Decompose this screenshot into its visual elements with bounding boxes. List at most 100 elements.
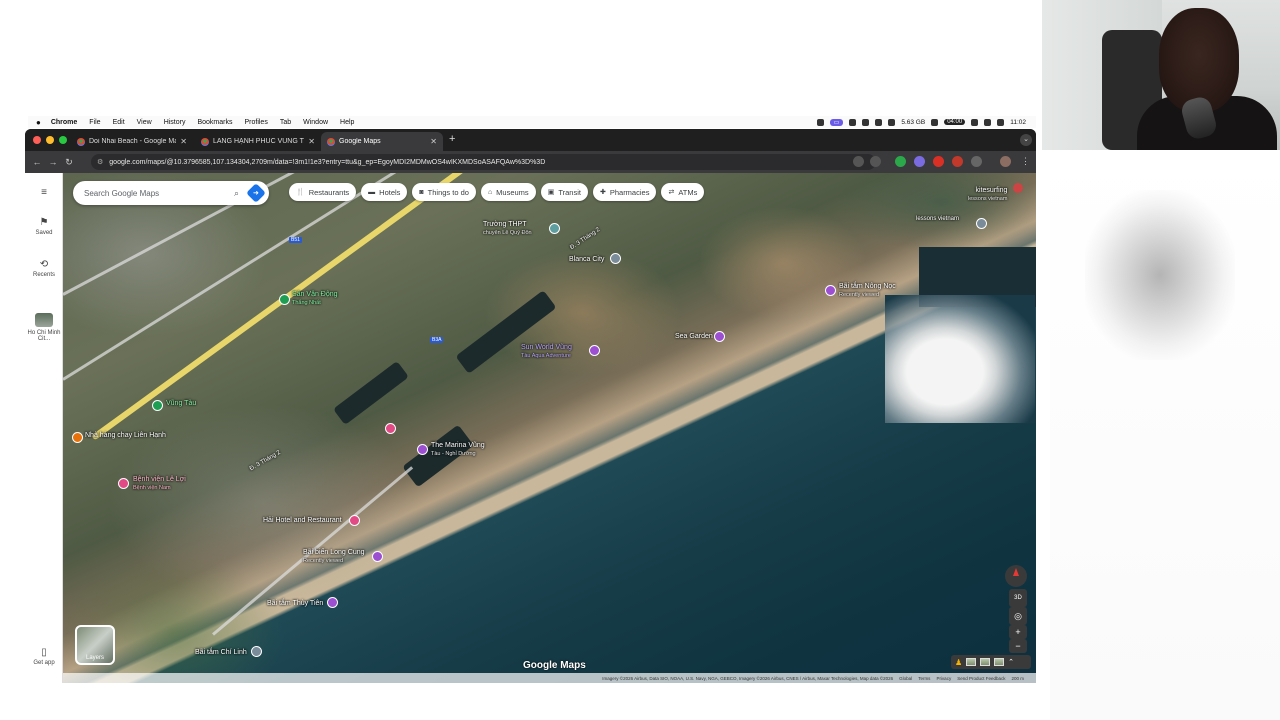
privacy-link[interactable]: Privacy: [936, 676, 951, 681]
hotel-pin-icon[interactable]: [349, 515, 360, 526]
chrome-menu-icon[interactable]: ⋮: [1021, 156, 1030, 167]
layers-button[interactable]: Layers: [75, 625, 115, 665]
feedback-link[interactable]: Send Product Feedback: [957, 676, 1005, 681]
url-text[interactable]: google.com/maps/@10.3796585,107.134304,2…: [109, 159, 545, 166]
storage-indicator[interactable]: 5.63 GB: [901, 119, 925, 126]
menubar-clock[interactable]: 11:02: [1010, 119, 1026, 126]
profile-avatar[interactable]: [1000, 156, 1011, 167]
imagery-thumbnail[interactable]: [966, 658, 977, 666]
chip-restaurants[interactable]: 🍴 Restaurants: [289, 183, 357, 201]
extension-icon-3[interactable]: [933, 156, 944, 167]
zoom-in-button[interactable]: +: [1009, 625, 1027, 639]
close-tab-icon[interactable]: ✕: [180, 137, 187, 146]
tray-icon-4[interactable]: [931, 118, 939, 126]
beach-pin-icon[interactable]: [251, 646, 262, 657]
extensions-puzzle-icon[interactable]: [971, 156, 982, 167]
new-tab-button[interactable]: +: [449, 133, 455, 145]
menu-bookmarks[interactable]: Bookmarks: [197, 119, 232, 126]
place-pin-icon[interactable]: [976, 218, 987, 229]
address-bar[interactable]: ⚙ google.com/maps/@10.3796585,107.134304…: [91, 154, 876, 170]
tray-icon-2[interactable]: [875, 118, 883, 126]
place-label[interactable]: The Marina Vũng Tàu - Nghỉ Dưỡng: [431, 442, 485, 458]
place-label[interactable]: Bãi tắm Nông Nọc Recently viewed: [839, 283, 896, 299]
beach-pin-icon[interactable]: [372, 551, 383, 562]
global-link[interactable]: Global: [899, 676, 912, 681]
control-center-icon[interactable]: [997, 118, 1005, 126]
beach-pin-icon[interactable]: [327, 597, 338, 608]
search-icon[interactable]: [984, 118, 992, 126]
search-box[interactable]: Search Google Maps ⌕ ➜: [73, 181, 269, 205]
menu-tab[interactable]: Tab: [280, 119, 291, 126]
site-info-icon[interactable]: ⚙: [97, 158, 103, 166]
chip-pharmacies[interactable]: ✚ Pharmacies: [592, 183, 657, 201]
extension-icon-4[interactable]: [952, 156, 963, 167]
tilt-3d-button[interactable]: 3D: [1009, 589, 1027, 607]
bookmark-star-icon[interactable]: [870, 156, 881, 167]
bluetooth-icon[interactable]: [849, 118, 857, 126]
place-label[interactable]: Blanca City: [569, 256, 604, 264]
pegman-icon[interactable]: ♟: [955, 658, 962, 667]
reload-button[interactable]: ↻: [61, 157, 77, 168]
place-label[interactable]: Bãi biển Long Cung Recently viewed: [303, 549, 365, 565]
saved-button[interactable]: ⚑ Saved: [25, 217, 63, 236]
tab-google-maps[interactable]: Google Maps ✕: [321, 132, 443, 151]
theme-park-pin-icon[interactable]: [589, 345, 600, 356]
chip-museums[interactable]: ⌂ Museums: [480, 183, 536, 201]
satellite-map[interactable]: Search Google Maps ⌕ ➜ 🍴 Restaurants ▬ Hot…: [63, 173, 1036, 683]
close-tab-icon[interactable]: ✕: [430, 137, 437, 146]
scale-bar[interactable]: 200 m: [1011, 676, 1024, 681]
building-pin-icon[interactable]: [610, 253, 621, 264]
place-label[interactable]: Vũng Tàu: [166, 400, 196, 408]
street-view-bar[interactable]: ♟ ⌃: [951, 655, 1031, 669]
zoom-window-button[interactable]: [59, 136, 67, 144]
search-icon[interactable]: ⌕: [234, 188, 239, 199]
recents-button[interactable]: ⟲ Recents: [25, 259, 63, 278]
extension-icon-1[interactable]: [895, 156, 906, 167]
avatar-pin[interactable]: [1013, 183, 1023, 193]
hospital-pin-icon[interactable]: [118, 478, 129, 489]
menu-file[interactable]: File: [89, 119, 100, 126]
menu-history[interactable]: History: [164, 119, 186, 126]
place-label[interactable]: Bệnh viện Lê Lợi Bệnh viện Nam: [133, 476, 186, 492]
place-label[interactable]: Sea Garden: [675, 333, 713, 341]
place-pin-icon[interactable]: [714, 331, 725, 342]
back-button[interactable]: ←: [29, 157, 45, 167]
menu-profiles[interactable]: Profiles: [244, 119, 267, 126]
hotel-pin-icon[interactable]: [385, 423, 396, 434]
place-pin-icon[interactable]: [417, 444, 428, 455]
place-label[interactable]: lessons vietnam: [916, 215, 959, 223]
wifi-icon[interactable]: [862, 118, 870, 126]
menu-edit[interactable]: Edit: [113, 119, 125, 126]
timer-badge[interactable]: 04:00: [944, 119, 966, 125]
forward-button[interactable]: →: [45, 157, 61, 167]
school-pin-icon[interactable]: [549, 223, 560, 234]
place-label[interactable]: Hải Hotel and Restaurant: [263, 517, 342, 525]
close-window-button[interactable]: [33, 136, 41, 144]
tray-icon[interactable]: [816, 118, 824, 126]
imagery-thumbnail[interactable]: [994, 658, 1005, 666]
place-label[interactable]: Trường THPT chuyên Lê Quý Đôn: [483, 221, 532, 237]
place-label[interactable]: Sun World Vũng Tàu Aqua Adventure: [521, 344, 572, 360]
place-label[interactable]: Bãi tắm Chí Linh: [195, 649, 247, 657]
search-input[interactable]: Search Google Maps: [84, 189, 234, 198]
compass-icon[interactable]: [1005, 565, 1027, 587]
menu-hamburger-icon[interactable]: ≡: [25, 187, 63, 200]
restaurant-pin-icon[interactable]: [72, 432, 83, 443]
my-location-icon[interactable]: ◎: [1009, 607, 1027, 625]
chip-transit[interactable]: ▣ Transit: [540, 183, 588, 201]
tab-doi-nhai-beach[interactable]: Doi Nhai Beach - Google Maps ✕: [71, 132, 193, 151]
chip-things-to-do[interactable]: ◙ Things to do: [412, 183, 476, 201]
menu-help[interactable]: Help: [340, 119, 354, 126]
place-label[interactable]: Nhà hàng chay Liên Hạnh: [85, 432, 166, 440]
install-app-icon[interactable]: [853, 156, 864, 167]
place-label[interactable]: kitesurfing lessons vietnam: [968, 187, 1007, 203]
terms-link[interactable]: Terms: [918, 676, 930, 681]
place-label[interactable]: Sân Vận Động Thắng Nhất: [292, 291, 338, 307]
recent-place-button[interactable]: Ho Chi Minh Cit...: [25, 313, 63, 342]
chip-hotels[interactable]: ▬ Hotels: [361, 183, 408, 201]
tab-search-dropdown-icon[interactable]: ⌄: [1020, 134, 1032, 146]
close-tab-icon[interactable]: ✕: [308, 137, 315, 146]
apple-icon[interactable]: ●: [36, 118, 41, 127]
zoom-out-button[interactable]: −: [1009, 639, 1027, 653]
directions-icon[interactable]: ➜: [246, 183, 266, 203]
